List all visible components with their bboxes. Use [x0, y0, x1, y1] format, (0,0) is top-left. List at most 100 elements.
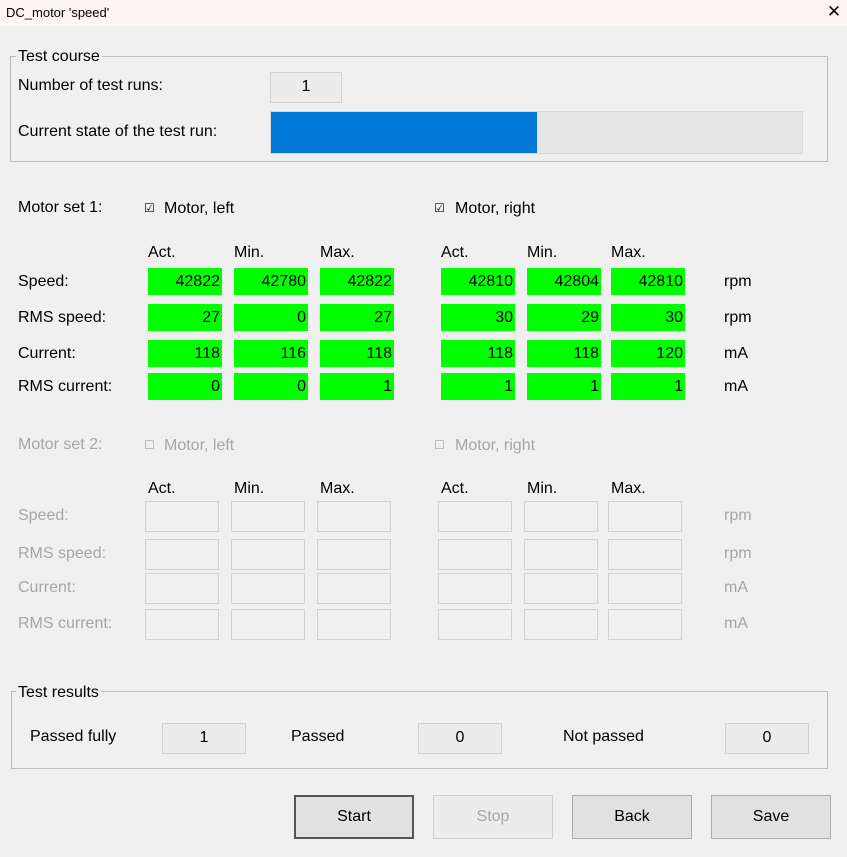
empty-value-cell	[608, 501, 682, 532]
runs-value: 1	[270, 72, 342, 103]
value-cell: 118	[320, 340, 394, 367]
unit-label: rpm	[724, 273, 752, 290]
empty-value-cell	[317, 573, 391, 604]
passed-fully-value: 1	[162, 723, 246, 754]
motor-set-2-col-header: Max.	[611, 480, 646, 497]
passed-fully-label: Passed fully	[30, 728, 117, 745]
motor-set-2-col-header: Min.	[234, 480, 265, 497]
unit-label: mA	[724, 345, 748, 362]
empty-value-cell	[608, 609, 682, 640]
unit-label: rpm	[724, 545, 752, 562]
value-cell: 120	[611, 340, 685, 367]
unit-label: mA	[724, 378, 748, 395]
value-cell: 116	[234, 340, 308, 367]
save-button[interactable]: Save	[711, 795, 831, 839]
value-cell: 42822	[148, 268, 222, 295]
empty-value-cell	[145, 539, 219, 570]
value-cell: 42810	[611, 268, 685, 295]
value-cell: 42822	[320, 268, 394, 295]
motor-set-2-row-label: RMS speed:	[18, 545, 107, 562]
value-cell: 118	[441, 340, 515, 367]
stop-button[interactable]: Stop	[433, 795, 553, 839]
unit-label: mA	[724, 579, 748, 596]
motor-set-2-left-label: Motor, left	[164, 437, 235, 454]
value-cell: 42804	[527, 268, 601, 295]
motor-set-1-row-label: Current:	[18, 345, 76, 362]
value-cell: 0	[234, 304, 308, 331]
empty-value-cell	[524, 609, 598, 640]
value-cell: 1	[527, 373, 601, 400]
test-run-progress	[270, 111, 803, 154]
motor-set-2-row-label: Speed:	[18, 507, 69, 524]
empty-value-cell	[145, 501, 219, 532]
motor-set-2-col-header: Act.	[441, 480, 469, 497]
value-cell: 42810	[441, 268, 515, 295]
motor-set-1-col-header: Min.	[234, 244, 265, 261]
motor-set-1-col-header: Act.	[441, 244, 469, 261]
value-cell: 27	[320, 304, 394, 331]
motor-set-2-col-header: Act.	[148, 480, 176, 497]
motor-set-2-label: Motor set 2:	[18, 436, 103, 453]
progress-fill	[271, 112, 537, 153]
value-cell: 30	[611, 304, 685, 331]
motor-set-1-right-label: Motor, right	[455, 200, 536, 217]
not-passed-label: Not passed	[563, 728, 644, 745]
passed-value: 0	[418, 723, 502, 754]
empty-value-cell	[438, 609, 512, 640]
close-icon[interactable]: ✕	[826, 2, 842, 22]
motor-set-2-col-header: Max.	[320, 480, 355, 497]
empty-value-cell	[317, 539, 391, 570]
state-label: Current state of the test run:	[18, 123, 218, 140]
title-bar	[0, 0, 847, 26]
value-cell: 0	[234, 373, 308, 400]
empty-value-cell	[608, 539, 682, 570]
unit-label: mA	[724, 615, 748, 632]
empty-value-cell	[145, 573, 219, 604]
unit-label: rpm	[724, 507, 752, 524]
motor-set-1-col-header: Act.	[148, 244, 176, 261]
value-cell: 1	[320, 373, 394, 400]
motor-set-1-col-header: Min.	[527, 244, 558, 261]
empty-value-cell	[438, 501, 512, 532]
motor-set-1-row-label: Speed:	[18, 273, 69, 290]
motor-set-2-left-checkbox[interactable]: ☐	[144, 438, 155, 452]
empty-value-cell	[524, 501, 598, 532]
motor-set-1-row-label: RMS current:	[18, 378, 113, 395]
value-cell: 118	[148, 340, 222, 367]
motor-set-1-label: Motor set 1:	[18, 199, 103, 216]
test-course-legend: Test course	[16, 48, 102, 66]
motor-set-2-right-label: Motor, right	[455, 437, 536, 454]
empty-value-cell	[317, 501, 391, 532]
motor-set-1-right-checkbox[interactable]: ☑	[434, 201, 445, 215]
empty-value-cell	[438, 539, 512, 570]
value-cell: 30	[441, 304, 515, 331]
motor-set-1-left-label: Motor, left	[164, 200, 235, 217]
empty-value-cell	[524, 573, 598, 604]
motor-set-1-col-header: Max.	[320, 244, 355, 261]
value-cell: 42780	[234, 268, 308, 295]
test-results-legend: Test results	[16, 684, 101, 702]
motor-set-1-row-label: RMS speed:	[18, 309, 107, 326]
value-cell: 29	[527, 304, 601, 331]
value-cell: 27	[148, 304, 222, 331]
back-button[interactable]: Back	[572, 795, 692, 839]
empty-value-cell	[231, 501, 305, 532]
not-passed-value: 0	[725, 723, 809, 754]
motor-set-2-col-header: Min.	[527, 480, 558, 497]
motor-set-1-col-header: Max.	[611, 244, 646, 261]
start-button[interactable]: Start	[294, 795, 414, 839]
empty-value-cell	[145, 609, 219, 640]
motor-set-2-row-label: RMS current:	[18, 615, 113, 632]
passed-label: Passed	[291, 728, 345, 745]
empty-value-cell	[524, 539, 598, 570]
runs-label: Number of test runs:	[18, 77, 163, 94]
value-cell: 1	[441, 373, 515, 400]
value-cell: 118	[527, 340, 601, 367]
unit-label: rpm	[724, 309, 752, 326]
motor-set-1-left-checkbox[interactable]: ☑	[144, 201, 155, 215]
window-title: DC_motor 'speed'	[6, 5, 110, 20]
value-cell: 1	[611, 373, 685, 400]
empty-value-cell	[231, 539, 305, 570]
motor-set-2-right-checkbox[interactable]: ☐	[434, 438, 445, 452]
empty-value-cell	[438, 573, 512, 604]
